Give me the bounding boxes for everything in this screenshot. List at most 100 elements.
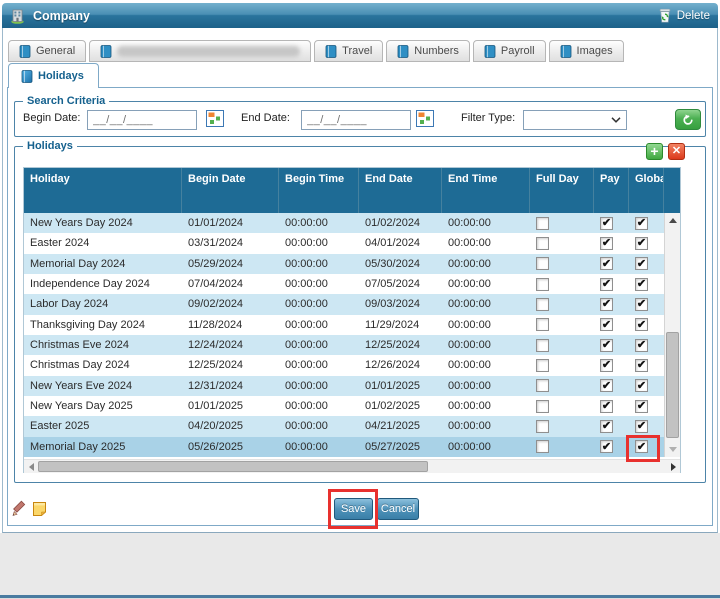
tab-images[interactable]: Images: [549, 40, 624, 62]
pay-checkbox[interactable]: [600, 257, 613, 270]
filter-type-label: Filter Type:: [461, 112, 515, 124]
table-row[interactable]: Memorial Day 2024 05/29/2024 00:00:00 05…: [24, 254, 664, 274]
begin-date-input[interactable]: [87, 110, 197, 130]
global-checkbox[interactable]: [635, 359, 648, 372]
table-row[interactable]: Memorial Day 2025 05/26/2025 00:00:00 05…: [24, 437, 664, 457]
pay-checkbox[interactable]: [600, 278, 613, 291]
add-holiday-button[interactable]: +: [646, 143, 663, 160]
end-date-input[interactable]: [301, 110, 411, 130]
full-day-checkbox[interactable]: [536, 440, 549, 453]
global-checkbox[interactable]: [635, 217, 648, 230]
table-row[interactable]: New Years Day 2024 01/01/2024 00:00:00 0…: [24, 213, 664, 233]
full-day-checkbox[interactable]: [536, 217, 549, 230]
cell-end-time: 00:00:00: [442, 416, 530, 436]
pay-checkbox[interactable]: [600, 339, 613, 352]
full-day-checkbox[interactable]: [536, 420, 549, 433]
horizontal-scrollbar[interactable]: [24, 459, 680, 473]
global-checkbox[interactable]: [635, 318, 648, 331]
cell-end-date: 01/02/2025: [359, 396, 442, 416]
column-header[interactable]: Global: [629, 168, 664, 213]
full-day-checkbox[interactable]: [536, 400, 549, 413]
global-checkbox[interactable]: [635, 420, 648, 433]
vertical-scrollbar[interactable]: [664, 213, 680, 457]
full-day-checkbox[interactable]: [536, 278, 549, 291]
cell-end-time: 00:00:00: [442, 315, 530, 335]
column-header[interactable]: Begin Time: [279, 168, 359, 213]
pay-checkbox[interactable]: [600, 400, 613, 413]
full-day-checkbox[interactable]: [536, 339, 549, 352]
full-day-checkbox[interactable]: [536, 359, 549, 372]
horizontal-scroll-thumb[interactable]: [38, 461, 428, 472]
global-checkbox[interactable]: [635, 237, 648, 250]
full-day-checkbox[interactable]: [536, 379, 549, 392]
pay-checkbox[interactable]: [600, 217, 613, 230]
calendar-icon: [416, 110, 434, 127]
filter-type-select[interactable]: [523, 110, 627, 130]
holidays-grid: HolidayBegin DateBegin TimeEnd DateEnd T…: [23, 167, 681, 473]
scroll-down-button[interactable]: [665, 442, 681, 457]
global-checkbox[interactable]: [635, 400, 648, 413]
pay-checkbox[interactable]: [600, 359, 613, 372]
tab-payroll[interactable]: Payroll: [473, 40, 546, 62]
tab-numbers[interactable]: Numbers: [386, 40, 470, 62]
scroll-up-button[interactable]: [665, 213, 681, 228]
table-row[interactable]: Easter 2024 03/31/2024 00:00:00 04/01/20…: [24, 233, 664, 253]
column-header[interactable]: End Time: [442, 168, 530, 213]
note-icon[interactable]: [31, 501, 48, 522]
cancel-button[interactable]: Cancel: [377, 498, 419, 520]
cell-begin-date: 11/28/2024: [182, 315, 279, 335]
full-day-checkbox[interactable]: [536, 257, 549, 270]
tab-redacted[interactable]: [89, 40, 311, 62]
table-row[interactable]: New Years Eve 2024 12/31/2024 00:00:00 0…: [24, 376, 664, 396]
cell-end-date: 01/01/2025: [359, 376, 442, 396]
global-checkbox[interactable]: [635, 257, 648, 270]
cell-end-time: 00:00:00: [442, 335, 530, 355]
tab-label: Images: [577, 45, 613, 57]
cell-begin-time: 00:00:00: [279, 294, 359, 314]
cell-begin-time: 00:00:00: [279, 416, 359, 436]
column-header[interactable]: Pay: [594, 168, 629, 213]
table-row[interactable]: Christmas Day 2024 12/25/2024 00:00:00 1…: [24, 355, 664, 375]
table-row[interactable]: Independence Day 2024 07/04/2024 00:00:0…: [24, 274, 664, 294]
pay-checkbox[interactable]: [600, 440, 613, 453]
tab-general[interactable]: General: [8, 40, 86, 62]
global-checkbox[interactable]: [635, 278, 648, 291]
table-row[interactable]: Easter 2025 04/20/2025 00:00:00 04/21/20…: [24, 416, 664, 436]
scroll-right-button[interactable]: [666, 460, 680, 474]
column-header[interactable]: Holiday: [24, 168, 182, 213]
pay-checkbox[interactable]: [600, 298, 613, 311]
table-row[interactable]: Labor Day 2024 09/02/2024 00:00:00 09/03…: [24, 294, 664, 314]
vertical-scroll-thumb[interactable]: [666, 332, 679, 438]
pay-checkbox[interactable]: [600, 420, 613, 433]
remove-holiday-button[interactable]: ✕: [668, 143, 685, 160]
grid-body: New Years Day 2024 01/01/2024 00:00:00 0…: [24, 213, 664, 457]
cell-begin-time: 00:00:00: [279, 376, 359, 396]
full-day-checkbox[interactable]: [536, 298, 549, 311]
pay-checkbox[interactable]: [600, 379, 613, 392]
global-checkbox[interactable]: [635, 379, 648, 392]
global-checkbox[interactable]: [635, 339, 648, 352]
column-header[interactable]: Begin Date: [182, 168, 279, 213]
holidays-legend: Holidays: [23, 139, 77, 153]
column-header[interactable]: End Date: [359, 168, 442, 213]
edit-pencil-icon[interactable]: [10, 500, 28, 523]
begin-date-calendar-button[interactable]: [205, 110, 224, 129]
full-day-checkbox[interactable]: [536, 318, 549, 331]
cell-holiday: Christmas Eve 2024: [24, 335, 182, 355]
end-date-calendar-button[interactable]: [415, 110, 434, 129]
global-checkbox[interactable]: [635, 298, 648, 311]
refresh-search-button[interactable]: [675, 109, 701, 130]
cell-holiday: Memorial Day 2024: [24, 254, 182, 274]
cell-end-time: 00:00:00: [442, 233, 530, 253]
table-row[interactable]: Christmas Eve 2024 12/24/2024 00:00:00 1…: [24, 335, 664, 355]
column-header[interactable]: Full Day: [530, 168, 594, 213]
tab-travel[interactable]: Travel: [314, 40, 383, 62]
table-row[interactable]: New Years Day 2025 01/01/2025 00:00:00 0…: [24, 396, 664, 416]
pay-checkbox[interactable]: [600, 237, 613, 250]
pay-checkbox[interactable]: [600, 318, 613, 331]
full-day-checkbox[interactable]: [536, 237, 549, 250]
tab-holidays[interactable]: Holidays: [8, 63, 99, 88]
scroll-left-button[interactable]: [24, 460, 38, 474]
delete-button[interactable]: Delete: [657, 7, 710, 24]
table-row[interactable]: Thanksgiving Day 2024 11/28/2024 00:00:0…: [24, 315, 664, 335]
